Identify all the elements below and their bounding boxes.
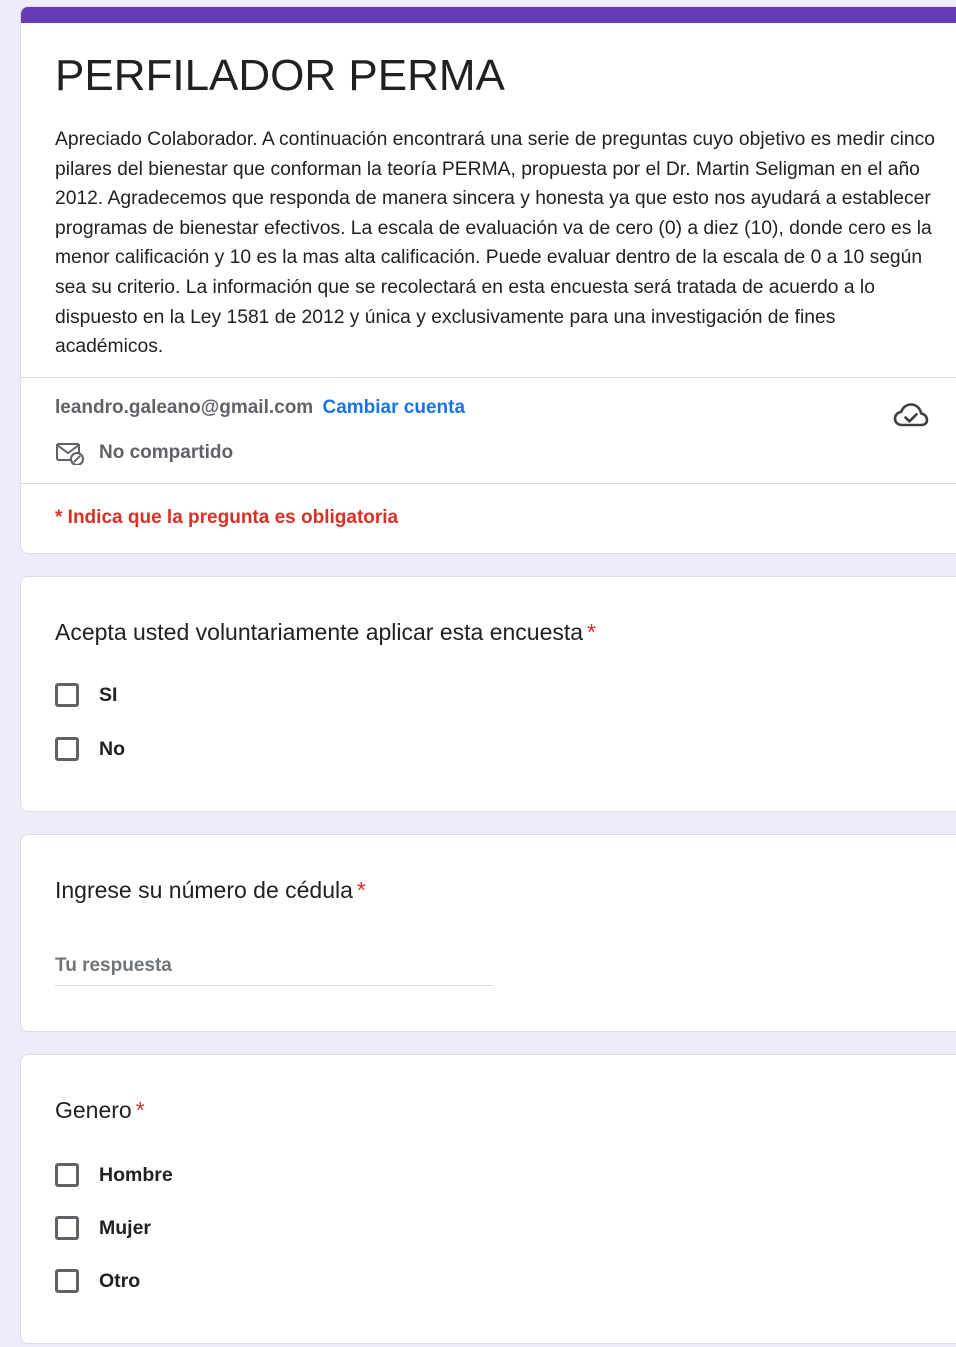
required-note: * Indica que la pregunta es obligatoria	[55, 507, 399, 528]
option-label: Hombre	[99, 1163, 173, 1186]
form-title: PERFILADOR PERMA	[55, 51, 505, 100]
form-description: Apreciado Colaborador. A continuación en…	[55, 129, 935, 358]
option-label: Mujer	[99, 1216, 152, 1239]
option-no[interactable]: No	[55, 737, 125, 761]
account-row: leandro.galeano@gmail.com Cambiar cuenta	[55, 397, 465, 419]
question-title: Acepta usted voluntariamente aplicar est…	[55, 619, 596, 645]
option-mujer[interactable]: Mujer	[55, 1216, 151, 1240]
checkbox[interactable]	[55, 1269, 79, 1293]
question-title: Ingrese su número de cédula *	[55, 877, 366, 903]
option-label: Otro	[99, 1269, 141, 1292]
mail-not-shared-icon	[56, 443, 84, 465]
id-number-input[interactable]	[55, 955, 493, 986]
divider	[21, 483, 956, 484]
option-label: No	[99, 737, 125, 760]
checkbox[interactable]	[55, 737, 79, 761]
checkbox[interactable]	[55, 1216, 79, 1240]
question-card-id-number: Ingrese su número de cédula *	[20, 834, 956, 1032]
form-header-card: PERFILADOR PERMA Apreciado Colaborador. …	[20, 6, 956, 554]
option-si[interactable]: SI	[55, 683, 117, 707]
account-email: leandro.galeano@gmail.com	[55, 397, 314, 418]
required-asterisk: *	[135, 1097, 145, 1123]
option-label: SI	[99, 683, 118, 706]
sharing-status: No compartido	[55, 441, 233, 465]
question-card-gender: Genero * Hombre Mujer Otro	[20, 1054, 956, 1344]
checkbox[interactable]	[55, 1163, 79, 1187]
not-shared-label: No compartido	[99, 442, 234, 463]
cloud-saved-icon	[893, 403, 929, 427]
option-otro[interactable]: Otro	[55, 1269, 140, 1293]
option-hombre[interactable]: Hombre	[55, 1163, 173, 1187]
accent-bar	[21, 7, 956, 23]
divider	[21, 377, 956, 378]
checkbox[interactable]	[55, 683, 79, 707]
required-asterisk: *	[587, 619, 596, 645]
question-card-consent: Acepta usted voluntariamente aplicar est…	[20, 576, 956, 812]
switch-account-link[interactable]: Cambiar cuenta	[322, 397, 465, 418]
required-asterisk: *	[356, 877, 366, 903]
question-title: Genero *	[55, 1097, 145, 1123]
